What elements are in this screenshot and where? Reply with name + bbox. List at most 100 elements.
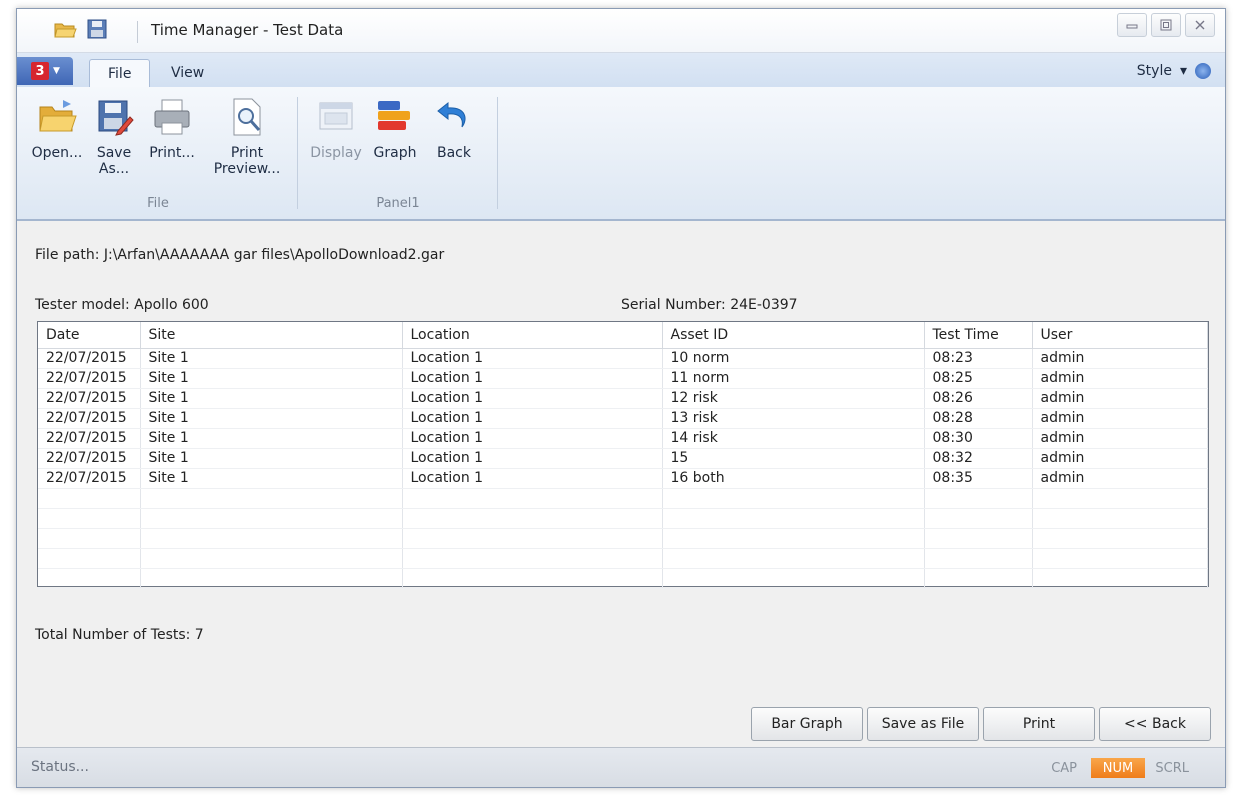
status-bar: Status... CAP NUM SCRL bbox=[17, 747, 1225, 787]
empty-cell bbox=[38, 548, 141, 569]
cell-asset-id: 14 risk bbox=[662, 428, 925, 449]
cell-asset-id: 15 bbox=[662, 448, 925, 469]
cell-asset-id: 11 norm bbox=[662, 368, 925, 389]
save-as-file-button[interactable]: Save as File bbox=[867, 707, 979, 741]
table-header-row: Date Site Location Asset ID Test Time Us… bbox=[38, 322, 1208, 349]
minimize-icon bbox=[1126, 24, 1138, 29]
print-preview-button[interactable]: Print Preview... bbox=[209, 93, 285, 177]
ribbon-group-label: File bbox=[147, 196, 169, 211]
save-icon[interactable] bbox=[85, 18, 109, 40]
cell-asset-id: 12 risk bbox=[662, 388, 925, 409]
column-header-site[interactable]: Site bbox=[140, 322, 403, 349]
empty-cell bbox=[662, 508, 925, 529]
window-title: Time Manager - Test Data bbox=[151, 21, 344, 39]
table-row[interactable]: 22/07/2015 Site 1 Location 1 16 both 08:35 ad… bbox=[38, 468, 1208, 489]
ribbon-tab-row: 3 ▼ File View Style ▾ bbox=[17, 53, 1225, 87]
ribbon-panel: Open... Save As... Print... Print Previe… bbox=[17, 87, 1225, 221]
back-ribbon-button-label: Back bbox=[437, 145, 471, 161]
table-row[interactable]: 22/07/2015 Site 1 Location 1 15 08:32 admin bbox=[38, 448, 1208, 469]
folder-open-icon[interactable] bbox=[53, 18, 77, 40]
ribbon-separator bbox=[297, 97, 298, 209]
column-header-test-time[interactable]: Test Time bbox=[924, 322, 1033, 349]
toolbar-separator bbox=[137, 21, 138, 43]
table-row[interactable]: 22/07/2015 Site 1 Location 1 14 risk 08:30 ad… bbox=[38, 428, 1208, 449]
style-menu-label: Style bbox=[1136, 63, 1172, 79]
cell-user: admin bbox=[1032, 468, 1208, 489]
cell-date: 22/07/2015 bbox=[38, 408, 141, 429]
empty-cell bbox=[402, 528, 663, 549]
cell-test-time: 08:28 bbox=[924, 408, 1033, 429]
tab-view[interactable]: View bbox=[153, 59, 222, 87]
table-row[interactable]: 22/07/2015 Site 1 Location 1 10 norm 08:23 ad… bbox=[38, 348, 1208, 369]
open-button-label: Open... bbox=[31, 145, 83, 161]
cell-date: 22/07/2015 bbox=[38, 468, 141, 489]
cell-location: Location 1 bbox=[402, 388, 663, 409]
folder-open-icon bbox=[39, 100, 77, 132]
print-button-label: Print... bbox=[149, 145, 195, 161]
cell-asset-id: 10 norm bbox=[662, 348, 925, 369]
graph-icon bbox=[378, 101, 410, 130]
cell-user: admin bbox=[1032, 448, 1208, 469]
cell-test-time: 08:35 bbox=[924, 468, 1033, 489]
application-menu-button[interactable]: 3 ▼ bbox=[17, 57, 73, 85]
tests-table[interactable]: Date Site Location Asset ID Test Time Us… bbox=[37, 321, 1209, 589]
cell-user: admin bbox=[1032, 408, 1208, 429]
empty-cell bbox=[38, 568, 141, 589]
column-header-asset-id[interactable]: Asset ID bbox=[662, 322, 925, 349]
cell-site: Site 1 bbox=[140, 468, 403, 489]
cell-user: admin bbox=[1032, 428, 1208, 449]
empty-table-row bbox=[38, 528, 1208, 549]
display-button[interactable]: Display bbox=[305, 93, 367, 161]
minimize-button[interactable] bbox=[1117, 13, 1147, 37]
print-preview-icon bbox=[233, 98, 261, 136]
back-ribbon-button[interactable]: Back bbox=[427, 93, 481, 161]
app-logo: 3 bbox=[31, 62, 49, 80]
column-header-date[interactable]: Date bbox=[38, 322, 141, 349]
ribbon-group-label: Panel1 bbox=[376, 196, 420, 211]
help-icon[interactable] bbox=[1195, 63, 1211, 79]
save-as-button-label: Save As... bbox=[96, 145, 132, 177]
empty-cell bbox=[924, 488, 1033, 509]
empty-cell bbox=[140, 568, 403, 589]
empty-cell bbox=[662, 568, 925, 589]
cell-test-time: 08:25 bbox=[924, 368, 1033, 389]
cell-date: 22/07/2015 bbox=[38, 368, 141, 389]
empty-cell bbox=[924, 528, 1033, 549]
empty-cell bbox=[402, 568, 663, 589]
save-as-button[interactable]: Save As... bbox=[89, 93, 139, 177]
back-button[interactable]: << Back bbox=[1099, 707, 1211, 741]
display-button-label: Display bbox=[310, 145, 362, 161]
tab-file[interactable]: File bbox=[89, 59, 151, 87]
column-header-location[interactable]: Location bbox=[402, 322, 663, 349]
empty-cell bbox=[140, 528, 403, 549]
cell-test-time: 08:32 bbox=[924, 448, 1033, 469]
column-header-user[interactable]: User bbox=[1032, 322, 1208, 349]
cell-test-time: 08:26 bbox=[924, 388, 1033, 409]
bar-graph-button[interactable]: Bar Graph bbox=[751, 707, 863, 741]
open-button[interactable]: Open... bbox=[27, 93, 87, 161]
cell-location: Location 1 bbox=[402, 468, 663, 489]
total-tests-label: Total Number of Tests: 7 bbox=[35, 627, 204, 643]
close-button[interactable] bbox=[1185, 13, 1215, 37]
print-bottom-button[interactable]: Print bbox=[983, 707, 1095, 741]
serial-number-label: Serial Number: 24E-0397 bbox=[621, 297, 798, 313]
restore-icon bbox=[1160, 19, 1172, 31]
empty-cell bbox=[140, 548, 403, 569]
style-menu[interactable]: Style ▾ bbox=[1137, 63, 1211, 79]
empty-cell bbox=[924, 508, 1033, 529]
table-row[interactable]: 22/07/2015 Site 1 Location 1 11 norm 08:25 ad… bbox=[38, 368, 1208, 389]
empty-cell bbox=[402, 548, 663, 569]
scroll-lock-indicator: SCRL bbox=[1155, 760, 1189, 776]
table-row[interactable]: 22/07/2015 Site 1 Location 1 13 risk 08:28 ad… bbox=[38, 408, 1208, 429]
empty-table-row bbox=[38, 568, 1208, 589]
cell-date: 22/07/2015 bbox=[38, 388, 141, 409]
table-row[interactable]: 22/07/2015 Site 1 Location 1 12 risk 08:26 ad… bbox=[38, 388, 1208, 409]
print-button[interactable]: Print... bbox=[141, 93, 203, 161]
empty-cell bbox=[1032, 568, 1208, 589]
cell-location: Location 1 bbox=[402, 368, 663, 389]
cell-asset-id: 13 risk bbox=[662, 408, 925, 429]
cell-user: admin bbox=[1032, 348, 1208, 369]
graph-button[interactable]: Graph bbox=[367, 93, 423, 161]
cell-asset-id: 16 both bbox=[662, 468, 925, 489]
maximize-button[interactable] bbox=[1151, 13, 1181, 37]
